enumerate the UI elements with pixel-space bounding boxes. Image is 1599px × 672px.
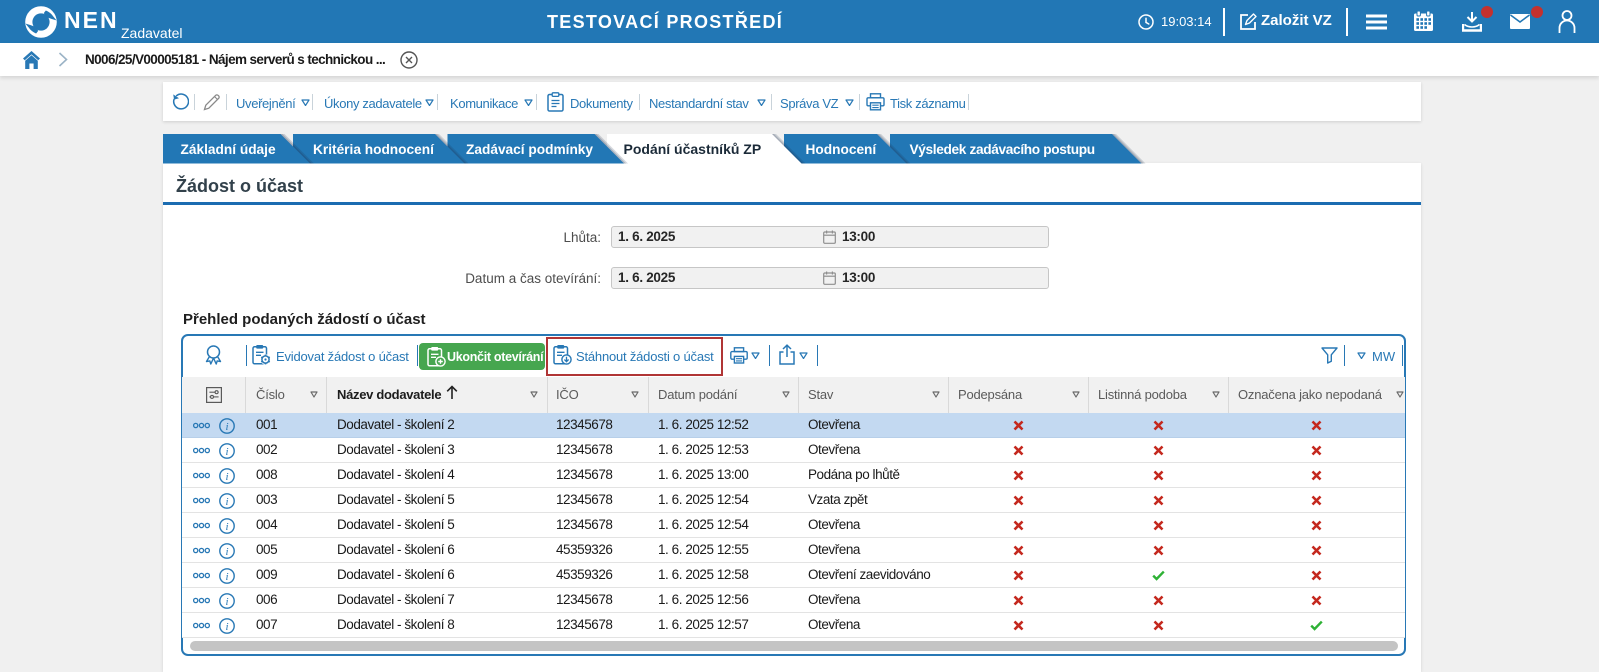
svg-text:i: i <box>225 571 228 583</box>
svg-text:Zadávací podmínky: Zadávací podmínky <box>466 142 593 157</box>
svg-text:i: i <box>225 596 228 608</box>
svg-text:Základní údaje: Základní údaje <box>181 142 276 157</box>
svg-text:i: i <box>225 496 228 508</box>
svg-text:i: i <box>225 546 228 558</box>
svg-text:Výsledek zadávacího postupu: Výsledek zadávacího postupu <box>910 142 1095 157</box>
svg-text:i: i <box>225 471 228 483</box>
svg-text:i: i <box>225 621 228 633</box>
svg-text:i: i <box>225 446 228 458</box>
svg-text:Podání účastníků ZP: Podání účastníků ZP <box>624 141 762 157</box>
svg-text:i: i <box>225 421 228 433</box>
svg-text:i: i <box>225 521 228 533</box>
svg-text:Hodnocení: Hodnocení <box>806 142 878 157</box>
svg-text:Kritéria hodnocení: Kritéria hodnocení <box>313 142 435 157</box>
